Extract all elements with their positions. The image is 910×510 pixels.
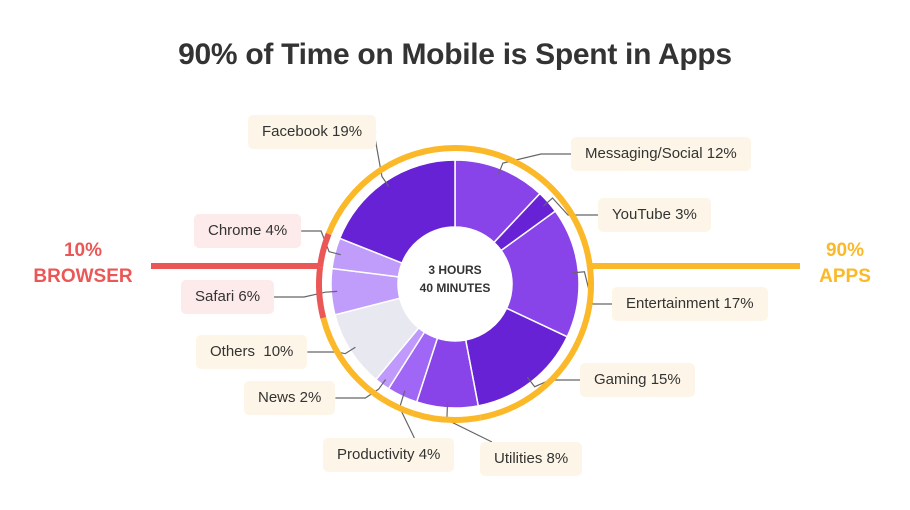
- group-label-browser-pct: 10%: [63, 240, 103, 261]
- slice-label-safari: Safari 6%: [181, 280, 275, 314]
- center-label-minutes: 40 MINUTES: [419, 281, 491, 295]
- slice-label-news: News 2%: [244, 381, 336, 415]
- group-ring-apps: [380, 396, 414, 417]
- group-label-apps-pct: 90%: [825, 240, 865, 261]
- group-label-apps-name: APPS: [819, 266, 871, 287]
- slice-label-youtube: YouTube 3%: [598, 198, 711, 232]
- slice-label-facebook: Facebook 19%: [248, 115, 377, 149]
- group-label-browser: 10% BROWSER: [18, 238, 148, 290]
- slice-label-entertainment: Entertainment 17%: [612, 287, 768, 321]
- slice-label-others: Others 10%: [196, 335, 308, 369]
- group-ring-browser: [317, 232, 332, 268]
- slice-label-utilities: Utilities 8%: [480, 442, 583, 476]
- group-label-browser-name: BROWSER: [33, 266, 133, 287]
- slice-label-gaming: Gaming 15%: [580, 363, 695, 397]
- group-ring-apps: [366, 386, 384, 402]
- center-label: 3 HOURS 40 MINUTES: [400, 261, 510, 297]
- group-ring-apps: [546, 182, 568, 206]
- slice-label-productivity: Productivity 4%: [323, 438, 455, 472]
- leader-line-facebook: [373, 131, 390, 187]
- leader-line-safari: [274, 290, 338, 298]
- group-label-apps: 90% APPS: [790, 238, 900, 290]
- slice-label-messaging-social: Messaging/Social 12%: [571, 137, 751, 171]
- center-label-hours: 3 HOURS: [428, 263, 482, 277]
- slice-label-chrome: Chrome 4%: [194, 214, 302, 248]
